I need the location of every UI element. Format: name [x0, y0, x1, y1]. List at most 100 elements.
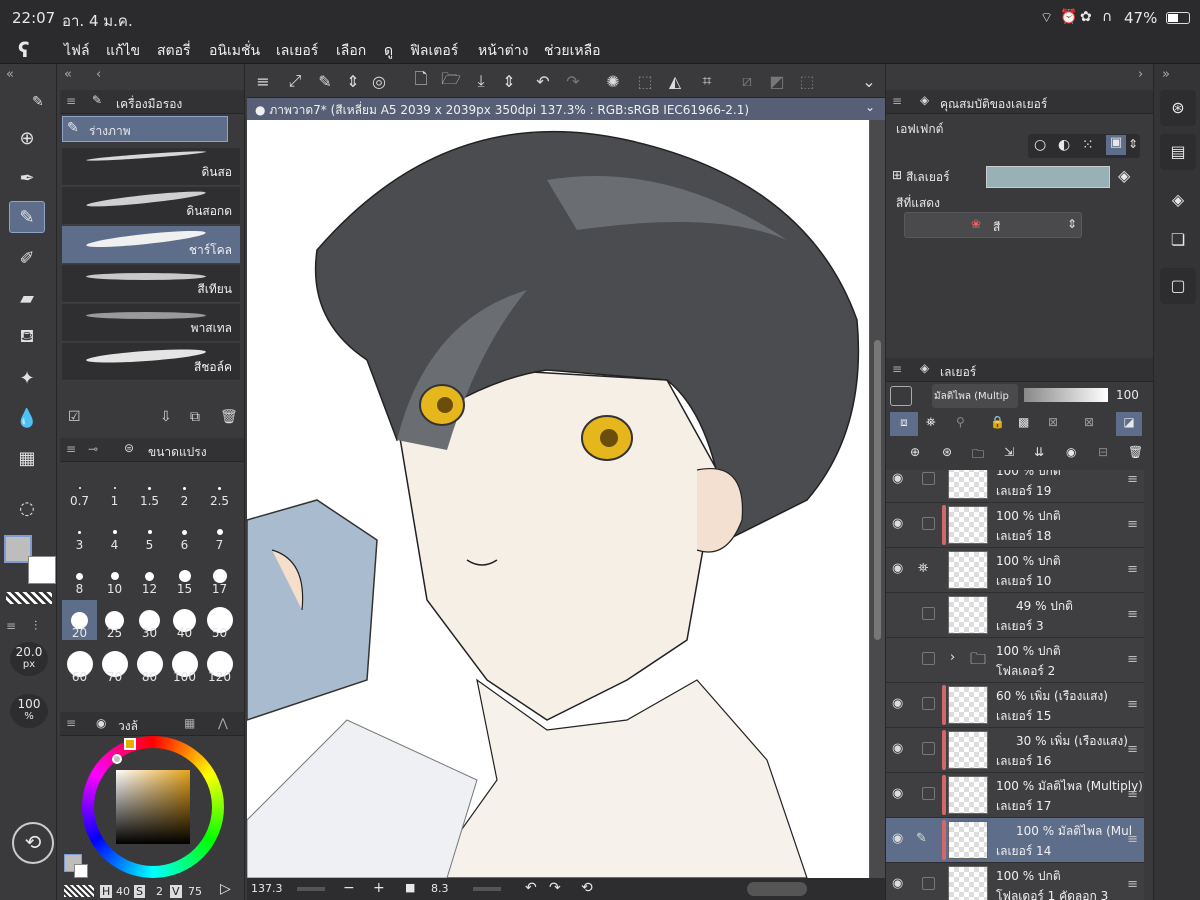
brush-item[interactable]: ดินสอ — [62, 148, 240, 186]
brush-size-option[interactable]: 25 — [97, 600, 132, 640]
fit-icon[interactable]: ■ — [405, 881, 415, 894]
delete-icon[interactable]: 🗑 — [220, 409, 238, 425]
history-icon[interactable]: ▢ — [1160, 268, 1196, 304]
eye-icon[interactable]: ◉ — [892, 516, 908, 532]
clipping-mask-icon[interactable]: ⊠ — [1048, 415, 1058, 429]
eye-icon[interactable]: ◉ — [892, 831, 908, 847]
angle-value[interactable]: 8.3 — [431, 882, 449, 895]
drag-handle-icon[interactable]: ≡ — [1127, 652, 1138, 667]
fill-bucket-icon[interactable]: ◈ — [1118, 166, 1130, 185]
hamburger-icon[interactable]: ≡ — [251, 69, 275, 93]
transparent-mini-swatch[interactable] — [64, 885, 94, 897]
mini-sub-color[interactable] — [74, 864, 88, 878]
brush-size-option[interactable]: 100 — [167, 644, 202, 684]
menu-layer[interactable]: เลเยอร์ — [276, 40, 318, 62]
border-effect-icon[interactable]: ○ — [1034, 137, 1046, 153]
brush-item[interactable]: สีชอล์ค — [62, 343, 240, 381]
lasso-icon[interactable]: ◌ — [9, 492, 45, 524]
layer-select-checkbox[interactable] — [922, 742, 935, 755]
grid-icon[interactable]: ▦ — [9, 442, 45, 474]
navigator-icon[interactable]: ⊛ — [1160, 90, 1196, 126]
rotate-right-icon[interactable]: ↷ — [549, 880, 561, 896]
zoom-value[interactable]: 137.3 — [251, 882, 283, 895]
hue-handle[interactable] — [124, 738, 136, 750]
transfer-down-icon[interactable]: ⇲ — [1004, 445, 1014, 459]
pen-tab-icon[interactable]: ✎ — [32, 94, 44, 110]
layer-row[interactable]: ◉ 100 % มัลติไพล (Multiply) เลเยอร์ 17 ≡ — [886, 773, 1144, 818]
eye-icon[interactable]: ◉ — [892, 741, 908, 757]
tool-props-tab-icon[interactable]: ⫶ — [34, 619, 37, 634]
brush-size-option[interactable]: 7 — [202, 512, 237, 552]
eraser-icon[interactable]: ▰ — [9, 282, 45, 314]
layer-opacity-value[interactable]: 100 — [1116, 388, 1139, 402]
clear-selection-icon[interactable]: ⧄ — [735, 69, 759, 93]
reset-rotation-icon[interactable]: ⟲ — [581, 880, 593, 896]
brush-size-indicator[interactable]: 20.0 px — [10, 642, 48, 676]
brush-size-option[interactable]: 2 — [167, 468, 202, 508]
transparent-swatch[interactable] — [6, 592, 52, 604]
chevron-right-icon[interactable]: › — [950, 650, 955, 665]
zoom-slider[interactable] — [297, 887, 325, 891]
import-icon[interactable]: ⇩ — [160, 409, 172, 425]
drag-handle-icon[interactable]: ≡ — [1127, 562, 1138, 577]
plus-icon[interactable]: ⊞ — [892, 168, 902, 182]
brush-size-option[interactable]: 1.5 — [132, 468, 167, 508]
apply-mask-icon[interactable]: ⊟ — [1098, 445, 1108, 459]
brush-size-option[interactable]: 8 — [62, 556, 97, 596]
open-folder-icon[interactable]: 🗁 — [439, 69, 463, 93]
layer-row[interactable]: ◉ ✎ 100 % มัลติไพล (Mul เลเยอร์ 14 ≡ — [886, 818, 1144, 863]
color-picker-handle[interactable] — [112, 754, 122, 764]
color-set-tab-icon[interactable]: ▦ — [184, 716, 195, 730]
eye-icon[interactable]: ◉ — [892, 876, 908, 892]
color-slider-tab-icon[interactable]: ⋀ — [218, 716, 228, 730]
expand-icon[interactable]: » — [1162, 67, 1170, 82]
layer-select-checkbox[interactable] — [922, 787, 935, 800]
drag-handle-icon[interactable]: ≡ — [1127, 472, 1138, 487]
brush-size-option[interactable]: 6 — [167, 512, 202, 552]
companion-icon[interactable]: ◎ — [367, 69, 391, 93]
drag-handle-icon[interactable]: ≡ — [1127, 832, 1138, 847]
select-icon[interactable]: ⬚ — [633, 69, 657, 93]
drag-handle-icon[interactable]: ≡ — [1127, 787, 1138, 802]
menu-story[interactable]: สตอรี่ — [157, 40, 191, 62]
layer-row[interactable]: ◉ 60 % เพิ่ม (เรืองแสง) เลเยอร์ 15 ≡ — [886, 683, 1144, 728]
drawing-canvas[interactable] — [247, 120, 869, 878]
drag-handle-icon[interactable]: ≡ — [1127, 742, 1138, 757]
sparkle-icon[interactable]: ✦ — [9, 362, 45, 394]
brush-size-option[interactable]: 20 — [62, 600, 97, 640]
panel-menu-icon[interactable]: ≡ — [66, 716, 76, 730]
brush-size-option[interactable]: 3 — [62, 512, 97, 552]
vertical-scrollbar[interactable] — [870, 120, 885, 878]
layer-select-checkbox[interactable] — [922, 877, 935, 890]
chevron-down-icon[interactable]: ⌄ — [865, 100, 875, 114]
brush-size-option[interactable]: 1 — [97, 468, 132, 508]
layer-select-checkbox[interactable] — [922, 607, 935, 620]
save-icon[interactable]: ⤓ — [469, 69, 493, 93]
chevron-left-icon[interactable]: ‹ — [96, 67, 101, 82]
lock-transparency-icon[interactable]: ▩ — [1018, 415, 1029, 429]
menu-filter[interactable]: ฟิลเตอร์ — [410, 40, 458, 62]
brush-item[interactable]: ชาร์โคล — [62, 226, 240, 264]
brush-size-option[interactable]: 30 — [132, 600, 167, 640]
fullscreen-icon[interactable]: ⤢ — [283, 69, 307, 93]
brush-size-option[interactable]: 40 — [167, 600, 202, 640]
redo-icon[interactable]: ↷ — [561, 69, 585, 93]
chevron-right-icon[interactable]: › — [1138, 67, 1143, 82]
eye-icon[interactable]: ◉ — [892, 696, 908, 712]
panel-menu-icon[interactable]: ≡ — [892, 94, 902, 108]
drag-handle-icon[interactable]: ≡ — [1127, 877, 1138, 892]
layer-row[interactable]: ◉ 100 % ปกติ โฟลเดอร์ 1 คัดลอก 3 ≡ — [886, 863, 1144, 900]
transform-icon[interactable]: ⌗ — [695, 69, 719, 93]
clip-icon[interactable]: ⚲ — [956, 415, 965, 429]
reference-icon[interactable]: ⧈ — [890, 412, 918, 436]
layer-row[interactable]: ◉ 100 % ปกติ เลเยอร์ 18 ≡ — [886, 503, 1144, 548]
layers-dock-icon[interactable]: ❏ — [1160, 222, 1196, 258]
mask-icon[interactable]: ◉ — [1066, 445, 1076, 459]
undo-redo-dial-icon[interactable]: ⟲ — [12, 822, 54, 864]
brush-size-option[interactable]: 12 — [132, 556, 167, 596]
airbrush-icon[interactable]: ⛾ — [9, 322, 45, 354]
layer-mode-icon[interactable] — [890, 386, 912, 406]
sub-color-swatch[interactable] — [28, 556, 56, 584]
pencil-icon[interactable]: ✎ — [9, 201, 45, 233]
eye-icon[interactable]: ◉ — [892, 561, 908, 577]
